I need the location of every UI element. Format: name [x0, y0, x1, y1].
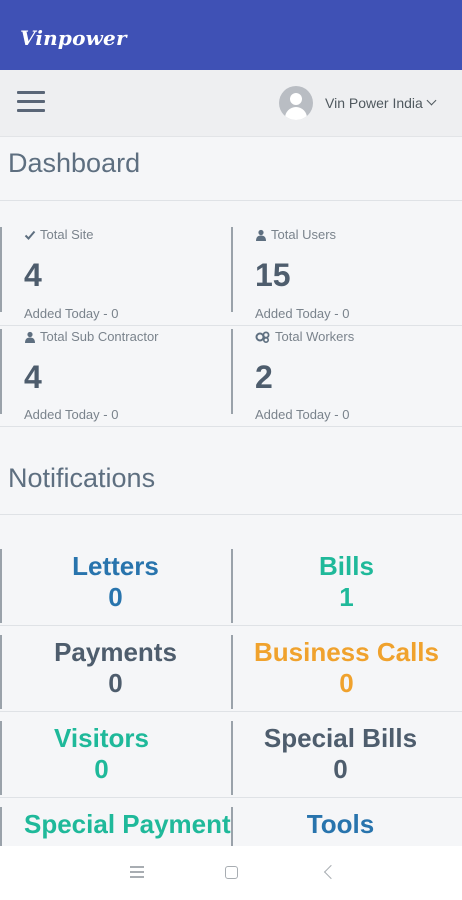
home-icon[interactable] — [225, 866, 238, 879]
user-icon — [256, 229, 266, 241]
chevron-down-icon — [426, 95, 437, 106]
notification-label: Business Calls — [254, 637, 439, 667]
system-nav-bar — [0, 846, 462, 900]
top-bar: Vin Power India — [0, 70, 462, 137]
stat-label: Total Workers — [255, 329, 354, 344]
divider — [0, 711, 462, 712]
notification-bills[interactable]: Bills 1 — [231, 549, 462, 625]
stat-value: 2 — [255, 359, 273, 395]
stat-total-workers[interactable]: Total Workers 2 Added Today - 0 — [231, 329, 462, 422]
stat-value: 4 — [24, 257, 42, 293]
user-name: Vin Power India — [325, 95, 423, 111]
check-icon — [24, 230, 36, 240]
notification-special-payment[interactable]: Special Payment — [0, 807, 231, 846]
notification-count: 0 — [108, 582, 123, 612]
divider — [0, 514, 462, 515]
divider — [0, 625, 462, 626]
stat-total-sub-contractor[interactable]: Total Sub Contractor 4 Added Today - 0 — [0, 329, 231, 422]
stat-value: 15 — [255, 257, 291, 293]
notification-letters[interactable]: Letters 0 — [0, 549, 231, 625]
notification-count: 1 — [339, 582, 354, 612]
hamburger-menu-icon[interactable] — [17, 91, 45, 115]
notification-label: Special Bills — [263, 723, 418, 753]
divider — [0, 426, 462, 427]
notification-count: 0 — [94, 754, 109, 784]
app-bar: Vinpower — [0, 0, 462, 70]
notification-payments[interactable]: Payments 0 — [0, 635, 231, 711]
notification-count: 0 — [339, 668, 354, 698]
notification-count: 0 — [108, 668, 123, 698]
notification-count: 0 — [333, 754, 348, 784]
notification-special-bills[interactable]: Special Bills 0 — [231, 721, 462, 797]
notification-label: Payments — [54, 637, 177, 667]
stat-label: Total Users — [255, 227, 336, 242]
stat-label: Total Sub Contractor — [24, 329, 159, 344]
notification-visitors[interactable]: Visitors 0 — [0, 721, 231, 797]
divider — [0, 797, 462, 798]
stat-total-site[interactable]: Total Site 4 Added Today - 0 — [0, 227, 231, 321]
notification-label: Letters — [72, 551, 159, 581]
stat-added-today: Added Today - 0 — [24, 407, 119, 422]
recent-apps-icon[interactable] — [130, 866, 144, 881]
notification-label: Bills — [319, 551, 374, 581]
notification-business-calls[interactable]: Business Calls 0 — [231, 635, 462, 711]
stat-value: 4 — [24, 359, 42, 395]
stat-added-today: Added Today - 0 — [255, 306, 350, 321]
user-menu[interactable]: Vin Power India — [279, 85, 437, 121]
notifications-title: Notifications — [8, 463, 156, 493]
stat-added-today: Added Today - 0 — [255, 407, 350, 422]
notification-label: Tools — [306, 809, 375, 839]
user-avatar-icon — [279, 86, 313, 120]
dashboard-title: Dashboard — [8, 148, 141, 178]
notification-label: Special Payment — [24, 809, 231, 839]
notification-label: Visitors — [54, 723, 149, 753]
back-icon[interactable] — [323, 864, 339, 880]
stat-total-users[interactable]: Total Users 15 Added Today - 0 — [231, 227, 462, 321]
stat-label: Total Site — [24, 227, 93, 242]
app-title: Vinpower — [20, 26, 127, 50]
stat-added-today: Added Today - 0 — [24, 306, 119, 321]
notification-tools[interactable]: Tools — [231, 807, 462, 846]
workers-icon — [255, 331, 270, 343]
divider — [0, 325, 462, 326]
user-icon — [25, 331, 35, 343]
divider — [0, 200, 462, 201]
